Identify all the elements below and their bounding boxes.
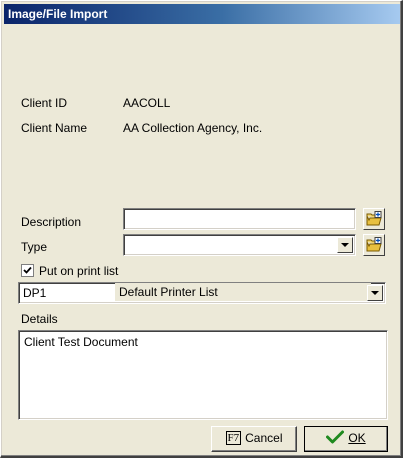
ok-button[interactable]: OK: [304, 426, 388, 452]
image-file-import-dialog: Image/File Import Client ID AACOLL Clien…: [0, 0, 403, 458]
type-browse-button[interactable]: [363, 234, 385, 256]
details-textarea[interactable]: Client Test Document: [18, 330, 388, 420]
type-combobox[interactable]: [123, 234, 356, 256]
print-list-name: Default Printer List: [115, 283, 371, 301]
title-bar[interactable]: Image/File Import: [4, 4, 400, 24]
ok-button-label: OK: [348, 431, 366, 445]
description-input[interactable]: [123, 208, 356, 230]
type-dropdown-arrow[interactable]: [337, 237, 353, 253]
type-label: Type: [21, 240, 48, 254]
details-label: Details: [21, 312, 58, 326]
cancel-button-label: Cancel: [245, 431, 283, 445]
put-on-print-list-label[interactable]: Put on print list: [39, 264, 118, 278]
print-list-combobox[interactable]: DP1 Default Printer List: [18, 282, 386, 304]
client-name-label: Client Name: [21, 121, 88, 135]
cancel-button[interactable]: F7 Cancel: [211, 426, 297, 452]
green-check-icon: [326, 430, 345, 444]
description-browse-button[interactable]: [363, 208, 385, 230]
description-label: Description: [21, 215, 82, 229]
print-list-code: DP1: [23, 286, 47, 300]
folder-add-icon: [366, 237, 382, 252]
print-list-dropdown-arrow[interactable]: [367, 285, 383, 301]
put-on-print-list-checkbox[interactable]: [21, 264, 34, 277]
cancel-shortcut-key: F7: [225, 431, 242, 445]
checkmark-icon: [23, 266, 32, 274]
folder-add-icon: [366, 211, 382, 226]
client-id-label: Client ID: [21, 96, 68, 110]
client-name-value: AA Collection Agency, Inc.: [123, 121, 263, 135]
client-id-value: AACOLL: [123, 96, 171, 110]
window-title: Image/File Import: [8, 7, 108, 21]
